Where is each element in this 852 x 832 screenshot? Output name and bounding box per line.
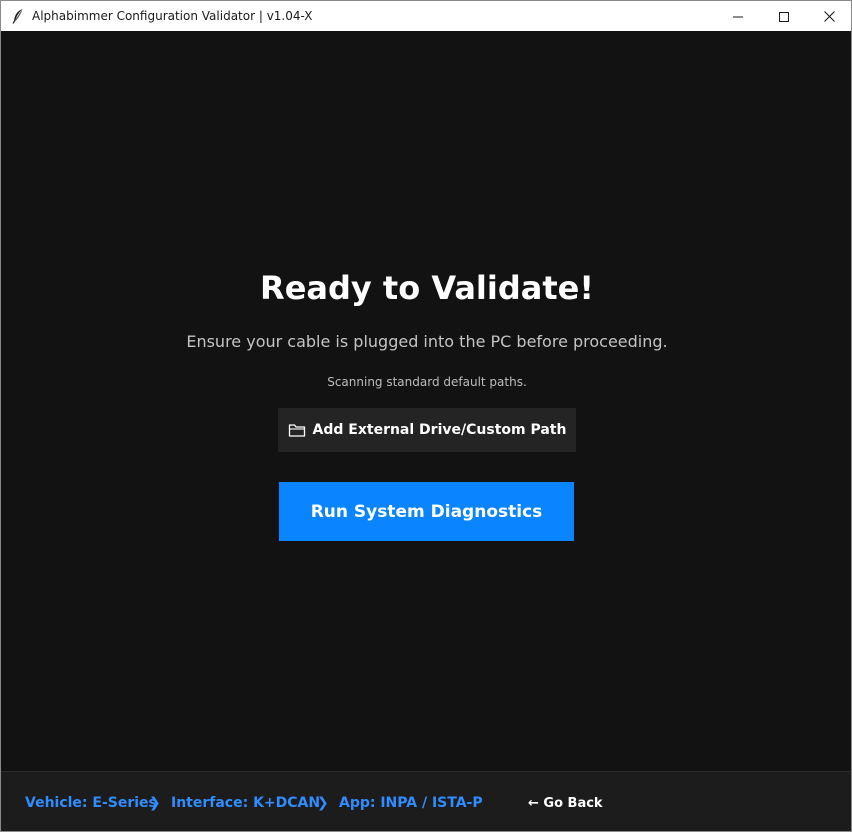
breadcrumb: Vehicle: E-Series ❯ Interface: K+DCAN ❯ … [1,771,851,831]
maximize-icon [779,7,789,26]
breadcrumb-app[interactable]: App: INPA / ISTA-P [339,795,483,811]
minimize-icon [733,7,743,26]
window-title: Alphabimmer Configuration Validator | v1… [32,9,313,23]
maximize-button[interactable] [761,1,807,31]
close-icon [823,7,835,26]
folder-icon [288,422,306,438]
main-content: Ready to Validate! Ensure your cable is … [1,31,851,771]
chevron-right-icon: ❯ [317,795,329,811]
go-back-button[interactable]: ← Go Back [528,796,603,811]
add-custom-path-label: Add External Drive/Custom Path [312,422,567,438]
add-custom-path-button[interactable]: Add External Drive/Custom Path [278,408,576,452]
instruction-text: Ensure your cable is plugged into the PC… [186,332,668,351]
close-button[interactable] [806,1,851,31]
app-window: Alphabimmer Configuration Validator | v1… [0,0,852,832]
title-bar[interactable]: Alphabimmer Configuration Validator | v1… [1,1,851,31]
run-diagnostics-button[interactable]: Run System Diagnostics [279,482,574,541]
minimize-button[interactable] [715,1,761,31]
scan-status-text: Scanning standard default paths. [327,375,527,389]
chevron-right-icon: ❯ [149,795,161,811]
breadcrumb-interface[interactable]: Interface: K+DCAN [171,795,320,811]
run-diagnostics-label: Run System Diagnostics [310,501,543,522]
breadcrumb-vehicle[interactable]: Vehicle: E-Series [25,795,157,811]
feather-icon [11,8,25,24]
page-title: Ready to Validate! [260,269,594,307]
